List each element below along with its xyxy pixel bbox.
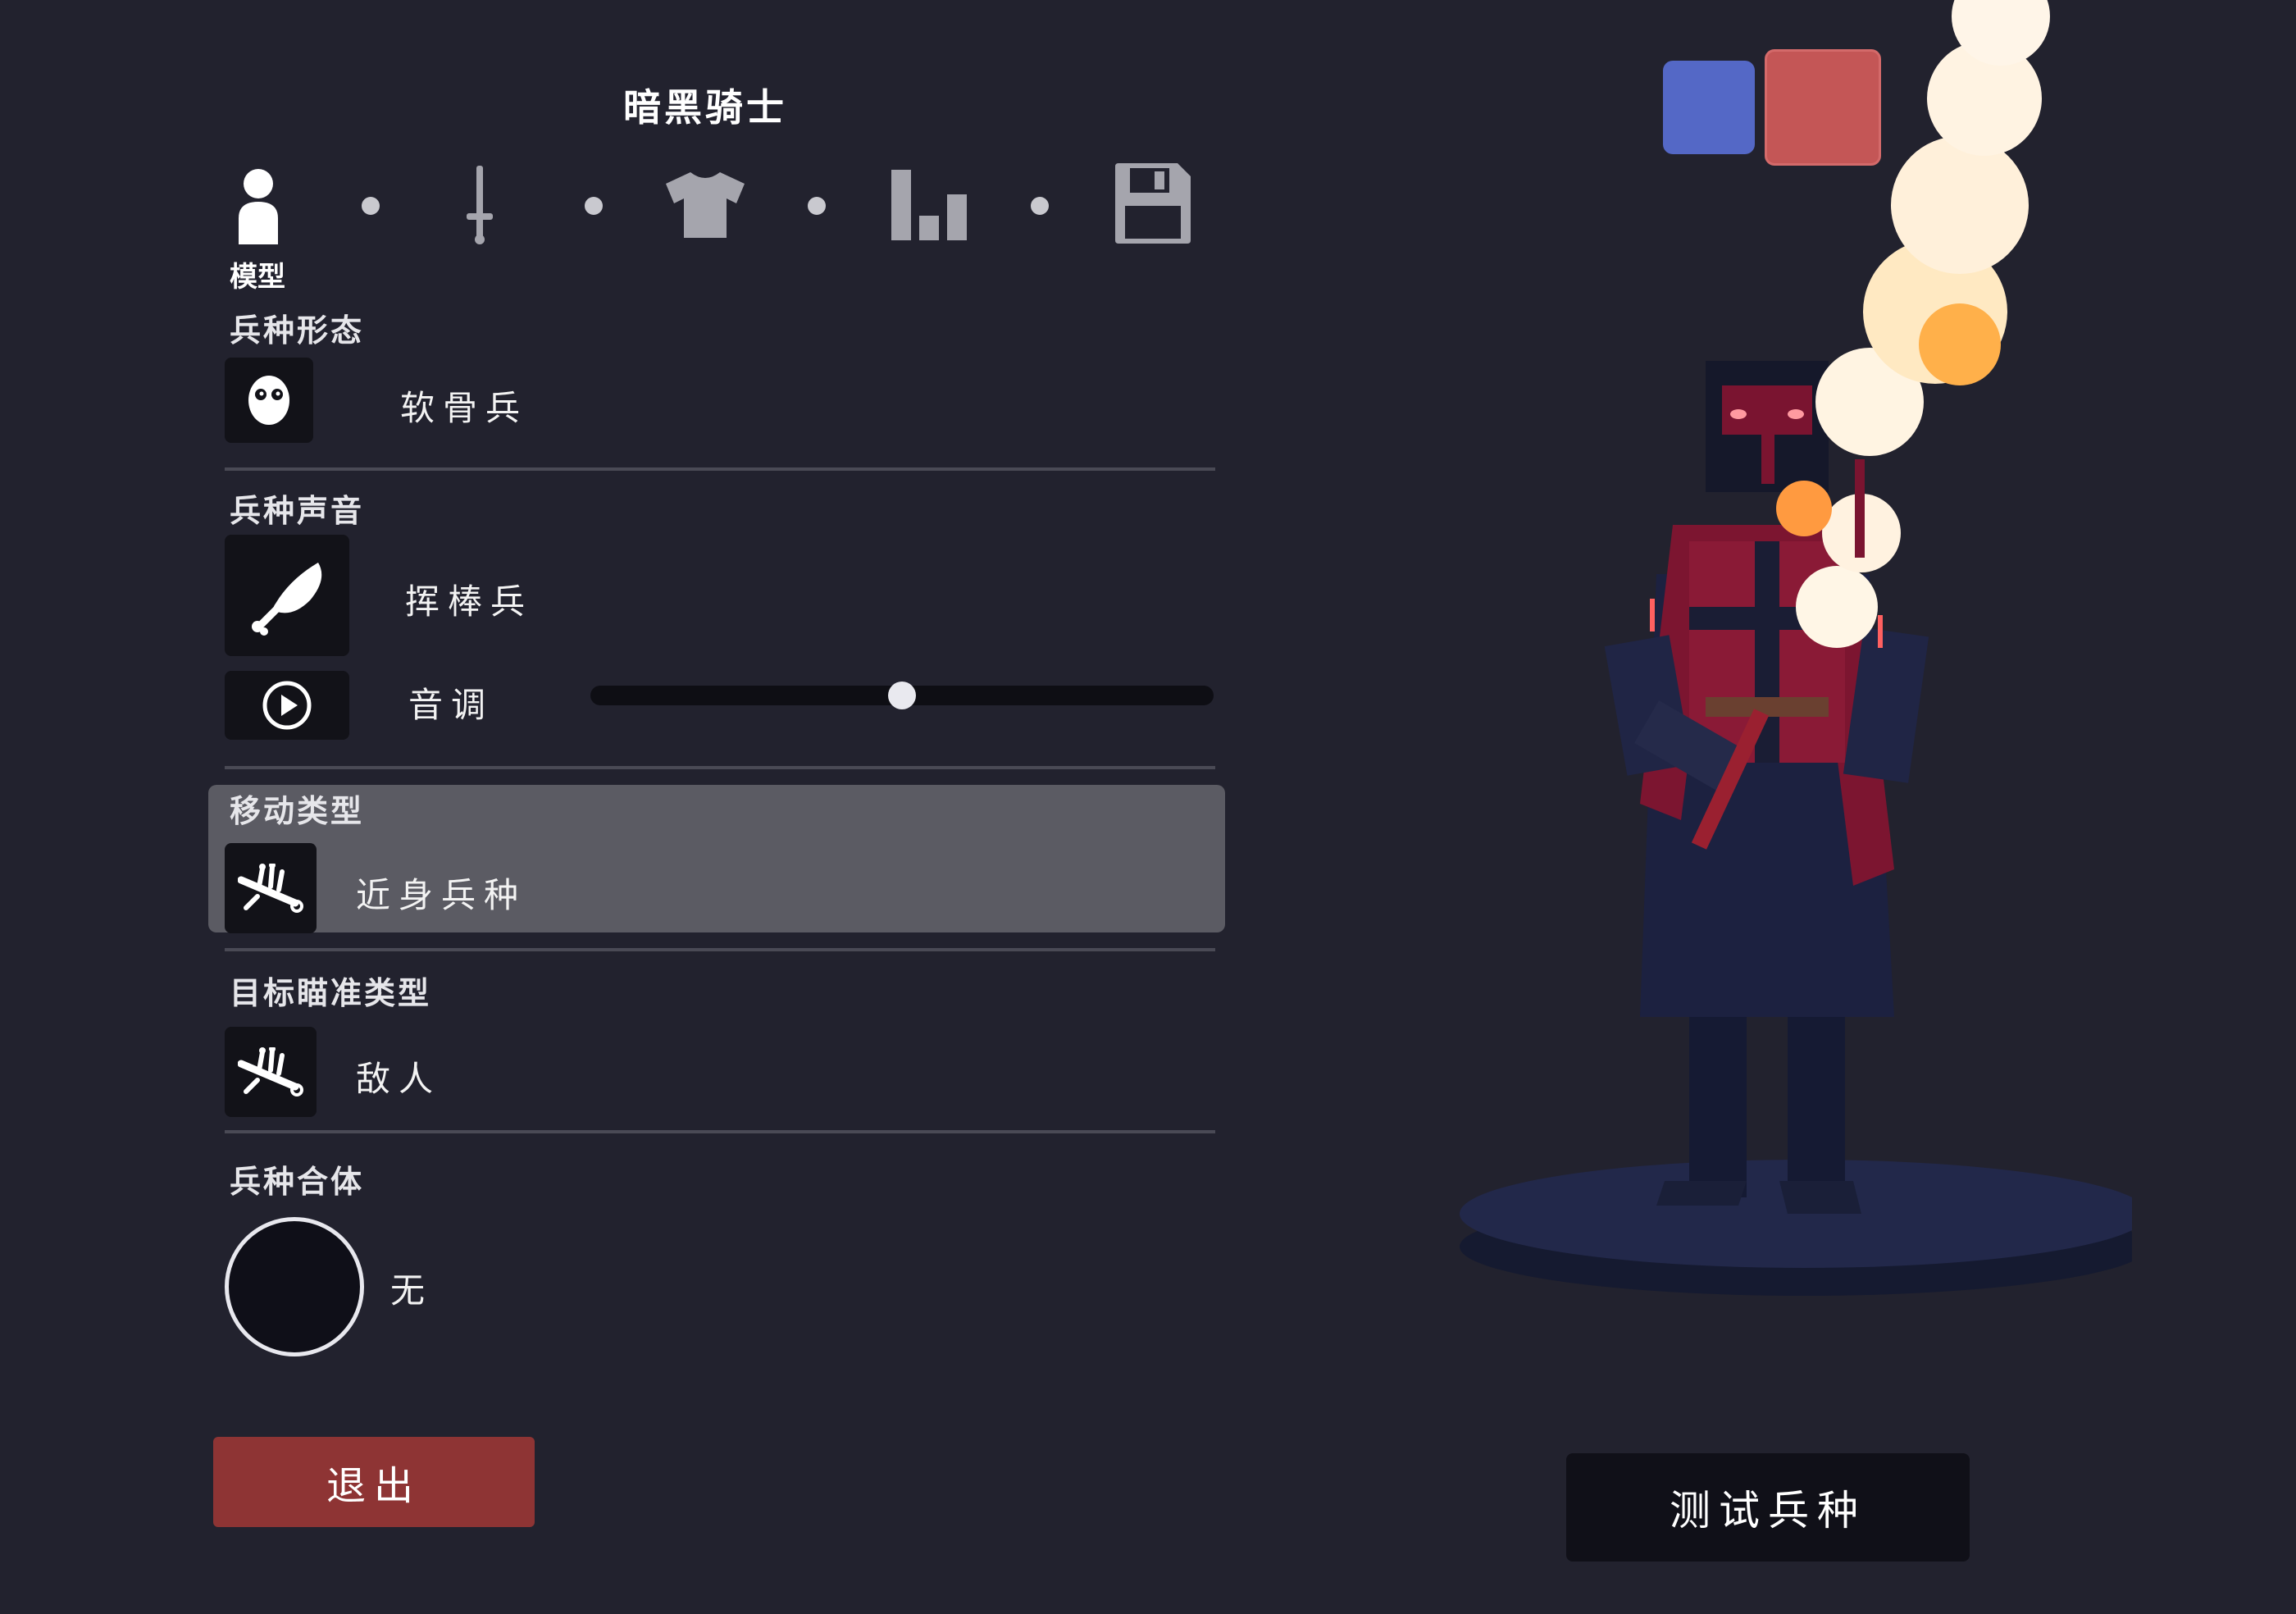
merge-slot-button[interactable]: [225, 1217, 364, 1356]
unit-title: 暗黑骑士: [623, 85, 787, 130]
divider: [225, 948, 1215, 951]
targeting-icon-button[interactable]: [225, 1027, 317, 1117]
form-value: 软骨兵: [400, 388, 529, 428]
movement-icon-button[interactable]: [225, 843, 317, 933]
section-label-movement: 移动类型: [230, 793, 365, 829]
nav-separator-dot: [808, 197, 826, 215]
play-icon: [262, 681, 312, 730]
divider: [225, 467, 1215, 471]
nav-step-weapon[interactable]: [459, 164, 500, 246]
targeting-value: 敌人: [356, 1059, 442, 1099]
section-label-merge: 兵种合体: [230, 1164, 365, 1200]
fallen-unit-icon: [238, 1047, 303, 1097]
sound-value: 挥棒兵: [405, 581, 534, 622]
save-icon: [1115, 163, 1191, 244]
merge-value: 无: [390, 1270, 434, 1311]
exit-button[interactable]: 退出: [213, 1437, 535, 1527]
section-label-form: 兵种形态: [230, 312, 365, 349]
fallen-unit-icon: [238, 864, 303, 913]
bar-chart-icon: [891, 170, 967, 240]
sword-icon: [467, 166, 493, 244]
nav-step-model[interactable]: [221, 164, 295, 246]
nav-step-clothing[interactable]: [664, 168, 746, 242]
face-icon: [248, 376, 289, 425]
divider: [225, 1130, 1215, 1133]
person-icon: [239, 169, 278, 244]
nav-separator-dot: [362, 197, 380, 215]
test-unit-button[interactable]: 测试兵种: [1566, 1453, 1970, 1562]
movement-value: 近身兵种: [356, 875, 527, 915]
pitch-play-button[interactable]: [225, 671, 349, 740]
pitch-label: 音调: [408, 685, 494, 725]
nav-step-label: 模型: [230, 261, 285, 294]
nav-step-save[interactable]: [1112, 162, 1194, 244]
section-label-targeting: 目标瞄准类型: [230, 975, 432, 1011]
nav-separator-dot: [585, 197, 603, 215]
nav-step-stats[interactable]: [890, 168, 968, 242]
pitch-slider-knob[interactable]: [888, 682, 916, 709]
section-label-sound: 兵种声音: [230, 493, 365, 529]
divider: [225, 766, 1215, 769]
nav-separator-dot: [1031, 197, 1049, 215]
form-icon-button[interactable]: [225, 358, 313, 443]
sound-icon-button[interactable]: [225, 535, 349, 656]
shirt-icon: [666, 172, 745, 238]
unit-preview: [1460, 0, 2132, 1296]
drumstick-icon: [252, 563, 322, 636]
